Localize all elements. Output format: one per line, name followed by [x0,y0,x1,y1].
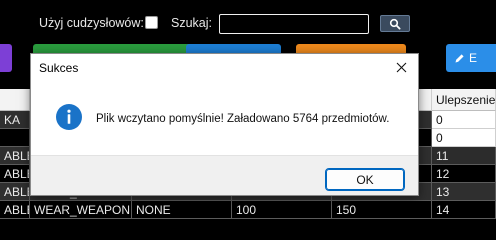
use-quotes-checkbox[interactable] [145,16,158,29]
table-cell: ABLE [0,201,30,219]
dialog-titlebar[interactable]: Sukces [31,54,418,81]
use-quotes-label: Użyj cudzysłowów: [39,16,144,30]
table-cell: ABLE [0,165,30,183]
table-cell: WEAR_WEAPON [30,201,132,219]
table-header-ulepszenie[interactable]: Ulepszenie [432,89,496,111]
table-cell: 12 [432,165,496,183]
search-icon [389,18,401,30]
dialog-title: Sukces [39,61,79,75]
info-icon [56,104,82,130]
close-icon [396,62,406,73]
toolbar-edit-label: E [469,51,478,65]
ok-button[interactable]: OK [325,168,405,191]
table-row[interactable]: ABLE WEAR_WEAPON NONE 100 150 14 [0,201,496,219]
table-cell: 11 [432,147,496,165]
table-cell: 13 [432,183,496,201]
table-cell: 14 [432,201,496,219]
table-cell: 100 [232,201,332,219]
table-header-col1[interactable] [0,89,30,111]
table-cell: 0 [432,111,496,129]
dialog-footer: OK [31,155,418,195]
dialog-message: Plik wczytano pomyślnie! Załadowano 5764… [96,113,390,125]
dialog-close-button[interactable] [384,54,418,81]
pencil-icon [455,53,464,62]
search-button[interactable] [380,15,410,32]
success-dialog: Sukces Plik wczytano pomyślnie! Załadowa… [30,53,419,196]
table-cell: NONE [132,201,232,219]
search-row: Użyj cudzysłowów: Szukaj: [0,0,496,44]
table-cell [0,129,30,147]
toolbar-edit-button[interactable]: E [446,44,496,72]
dialog-body: Plik wczytano pomyślnie! Załadowano 5764… [31,81,418,155]
table-cell: 150 [332,201,432,219]
table-cell: 0 [432,129,496,147]
search-label: Szukaj: [171,16,212,30]
search-input[interactable] [219,14,369,34]
table-cell: ABLE [0,147,30,165]
table-cell: ABLE [0,183,30,201]
table-cell: KA [0,111,30,129]
toolbar-purple-button[interactable] [0,44,12,72]
